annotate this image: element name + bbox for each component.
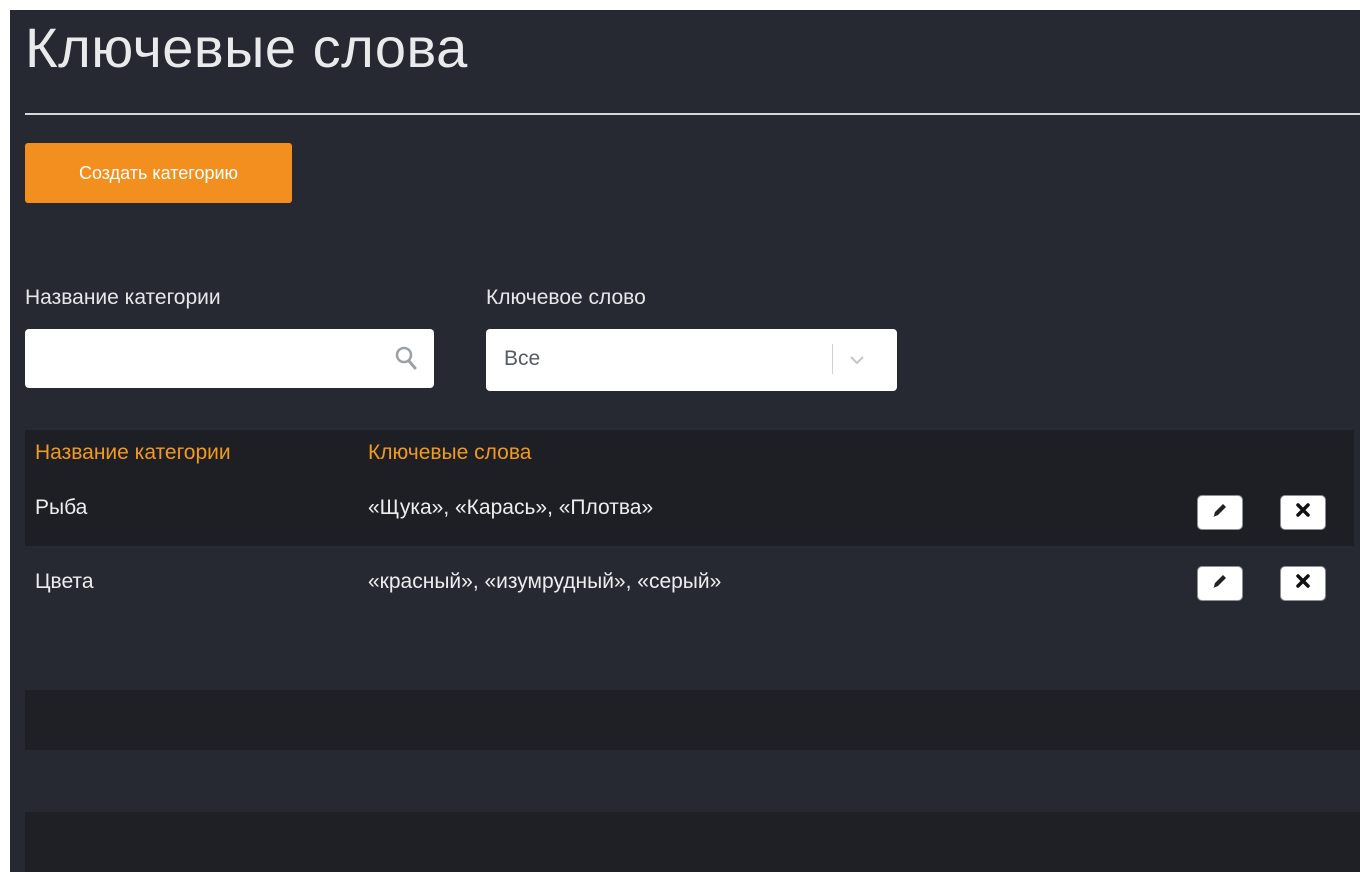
chevron-down-icon[interactable] [847, 350, 867, 370]
keyword-select-value: Все [504, 347, 541, 370]
keyword-select[interactable]: Все [486, 329, 897, 391]
close-icon [1294, 572, 1312, 595]
window-left-edge [0, 0, 10, 872]
row-keywords: «Щука», «Карась», «Плотва» [368, 496, 654, 519]
edit-button[interactable] [1197, 566, 1243, 601]
page: Ключевые слова Создать категорию Названи… [0, 0, 1360, 872]
title-divider [25, 113, 1360, 115]
empty-row-band [25, 812, 1360, 872]
empty-row-band [25, 690, 1360, 750]
row-category-name: Рыба [35, 496, 88, 519]
close-icon [1294, 501, 1312, 524]
select-separator [832, 344, 833, 374]
page-title: Ключевые слова [25, 16, 468, 79]
edit-button[interactable] [1197, 495, 1243, 530]
pencil-icon [1210, 571, 1230, 596]
category-name-filter-label: Название категории [25, 286, 221, 309]
create-category-button[interactable]: Создать категорию [25, 143, 292, 203]
category-search-field [25, 329, 434, 388]
row-category-name: Цвета [35, 570, 94, 593]
row-keywords: «красный», «изумрудный», «серый» [368, 570, 722, 593]
category-search-input[interactable] [25, 329, 385, 388]
column-header-keywords[interactable]: Ключевые слова [368, 441, 531, 465]
search-icon[interactable] [394, 345, 418, 371]
delete-button[interactable] [1280, 566, 1326, 601]
pencil-icon [1210, 500, 1230, 525]
window-top-edge [0, 0, 1360, 10]
column-header-category[interactable]: Название категории [35, 441, 231, 465]
keyword-filter-label: Ключевое слово [486, 286, 646, 309]
delete-button[interactable] [1280, 495, 1326, 530]
